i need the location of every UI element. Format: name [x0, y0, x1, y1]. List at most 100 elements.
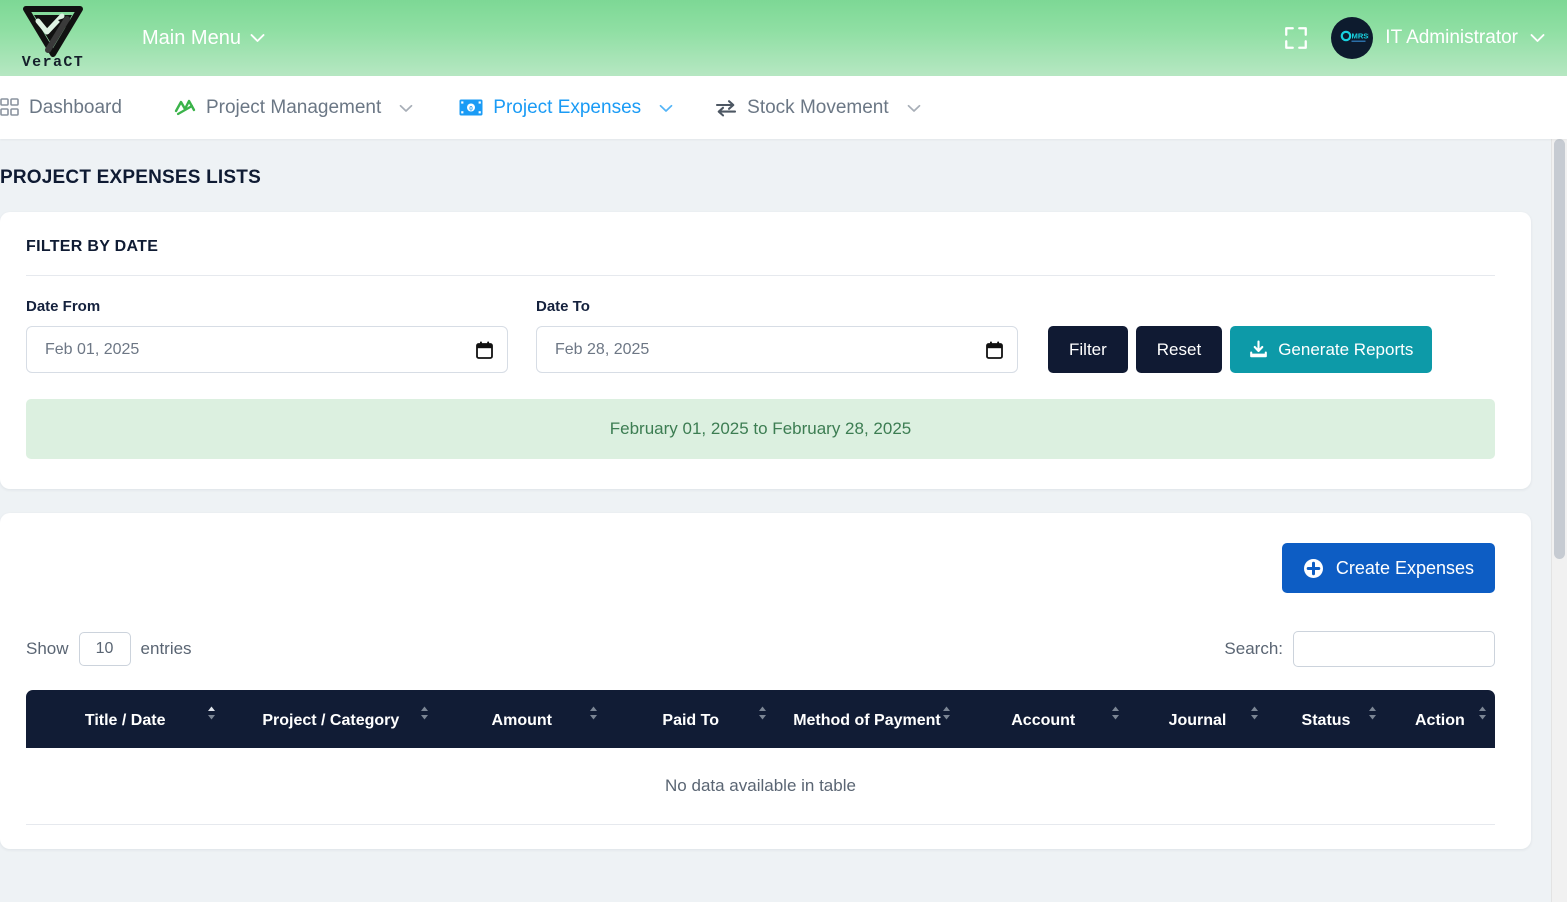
table-header: Title / Date Project / Category [26, 690, 1495, 748]
reset-button[interactable]: Reset [1136, 326, 1222, 373]
column-label: Account [1011, 712, 1075, 729]
column-label: Status [1302, 712, 1351, 729]
generate-reports-button[interactable]: Generate Reports [1230, 326, 1432, 373]
chevron-down-icon [399, 97, 413, 119]
show-label: Show [26, 639, 69, 659]
date-from-label: Date From [26, 298, 508, 315]
user-menu-button[interactable]: MRSL IT Administrator [1331, 17, 1545, 59]
sort-arrows-icon [1250, 706, 1259, 720]
generate-reports-label: Generate Reports [1278, 340, 1413, 360]
sort-arrows-icon [1111, 706, 1120, 720]
date-to-value: Feb 28, 2025 [555, 341, 986, 359]
plus-circle-icon [1303, 558, 1324, 579]
top-bar: VeraCT Main Menu MRSL IT Administrator [0, 0, 1567, 76]
nav-label-stock-movement: Stock Movement [747, 97, 889, 119]
exchange-arrows-icon [715, 99, 737, 117]
chevron-down-icon [250, 33, 265, 43]
user-name: IT Administrator [1385, 27, 1518, 49]
empty-message: No data available in table [26, 748, 1495, 825]
nav-item-dashboard[interactable]: Dashboard [0, 97, 122, 119]
filter-by-date-card: FILTER BY DATE Date From Feb 01, 2025 [0, 212, 1531, 489]
column-header-status[interactable]: Status [1267, 690, 1385, 748]
column-header-title-date[interactable]: Title / Date [26, 690, 224, 748]
app-logo[interactable]: VeraCT [0, 6, 100, 71]
column-header-action[interactable]: Action [1385, 690, 1495, 748]
sort-arrows-icon [942, 706, 951, 720]
topbar-right-group: MRSL IT Administrator [1283, 17, 1567, 59]
expenses-table: Title / Date Project / Category [26, 690, 1495, 825]
column-header-amount[interactable]: Amount [437, 690, 606, 748]
logo-text: VeraCT [22, 54, 84, 71]
filter-section-title: FILTER BY DATE [26, 238, 1495, 276]
page-title: PROJECT EXPENSES LISTS [0, 139, 1567, 189]
main-menu-label: Main Menu [142, 27, 241, 50]
show-entries-control: Show 10 entries [26, 632, 192, 666]
svg-text:MRSL: MRSL [1352, 32, 1370, 41]
expenses-table-card: Create Expenses Show 10 entries Search: [0, 513, 1531, 849]
column-header-account[interactable]: Account [959, 690, 1128, 748]
nav-item-project-expenses[interactable]: 0 Project Expenses [459, 97, 673, 119]
date-from-field-group: Date From Feb 01, 2025 [26, 298, 508, 373]
calendar-icon[interactable] [476, 341, 493, 359]
column-label: Title / Date [85, 712, 166, 729]
entries-label: entries [141, 639, 192, 659]
sort-arrows-icon [1478, 706, 1487, 720]
search-input[interactable] [1293, 631, 1495, 667]
column-label: Journal [1169, 712, 1227, 729]
page-content: PROJECT EXPENSES LISTS FILTER BY DATE Da… [0, 139, 1567, 902]
sort-arrows-icon [758, 706, 767, 720]
table-header-row: Title / Date Project / Category [26, 690, 1495, 748]
create-expenses-label: Create Expenses [1336, 558, 1474, 579]
activity-chart-icon [174, 98, 196, 118]
search-control: Search: [1224, 631, 1495, 667]
nav-item-stock-movement[interactable]: Stock Movement [715, 97, 921, 119]
column-label: Action [1415, 712, 1465, 729]
create-expenses-row: Create Expenses [26, 543, 1495, 593]
calendar-icon[interactable] [986, 341, 1003, 359]
page-scrollbar[interactable] [1551, 139, 1567, 902]
date-to-input[interactable]: Feb 28, 2025 [536, 326, 1018, 373]
date-to-label: Date To [536, 298, 1018, 315]
svg-text:0: 0 [470, 105, 474, 112]
avatar: MRSL [1331, 17, 1373, 59]
nav-item-project-management[interactable]: Project Management [174, 97, 413, 119]
scrollbar-thumb[interactable] [1554, 139, 1565, 559]
chevron-down-icon [659, 97, 673, 119]
date-from-value: Feb 01, 2025 [45, 341, 476, 359]
main-navigation: Dashboard Project Management 0 [0, 76, 1567, 139]
column-header-method-of-payment[interactable]: Method of Payment [775, 690, 959, 748]
fullscreen-icon[interactable] [1283, 25, 1309, 51]
sort-arrows-icon [589, 706, 598, 720]
column-label: Method of Payment [793, 712, 941, 729]
page-length-select[interactable]: 10 [79, 632, 131, 666]
chevron-down-icon [907, 97, 921, 119]
table-empty-row: No data available in table [26, 748, 1495, 825]
download-icon [1249, 340, 1268, 359]
main-menu-button[interactable]: Main Menu [142, 27, 265, 50]
veract-logo-icon [20, 6, 86, 58]
create-expenses-button[interactable]: Create Expenses [1282, 543, 1495, 593]
sort-arrows-icon [207, 706, 216, 720]
column-header-journal[interactable]: Journal [1128, 690, 1268, 748]
search-label: Search: [1224, 639, 1283, 659]
banknote-icon: 0 [459, 99, 483, 116]
date-range-banner: February 01, 2025 to February 28, 2025 [26, 399, 1495, 459]
filter-button[interactable]: Filter [1048, 326, 1128, 373]
date-from-input[interactable]: Feb 01, 2025 [26, 326, 508, 373]
column-header-paid-to[interactable]: Paid To [606, 690, 775, 748]
chevron-down-icon [1530, 33, 1545, 43]
column-header-project-category[interactable]: Project / Category [224, 690, 437, 748]
grid-dashboard-icon [0, 98, 19, 117]
column-label: Amount [492, 712, 552, 729]
nav-label-project-management: Project Management [206, 97, 381, 119]
table-body: No data available in table [26, 748, 1495, 825]
nav-label-project-expenses: Project Expenses [493, 97, 641, 119]
column-label: Project / Category [262, 712, 399, 729]
sort-arrows-icon [420, 706, 429, 720]
date-to-field-group: Date To Feb 28, 2025 [536, 298, 1018, 373]
sort-arrows-icon [1368, 706, 1377, 720]
nav-label-dashboard: Dashboard [29, 97, 122, 119]
datatable-controls: Show 10 entries Search: [26, 631, 1495, 667]
filter-controls-row: Date From Feb 01, 2025 Date To [26, 298, 1495, 373]
mrsl-company-logo-avatar-icon: MRSL [1335, 21, 1369, 55]
